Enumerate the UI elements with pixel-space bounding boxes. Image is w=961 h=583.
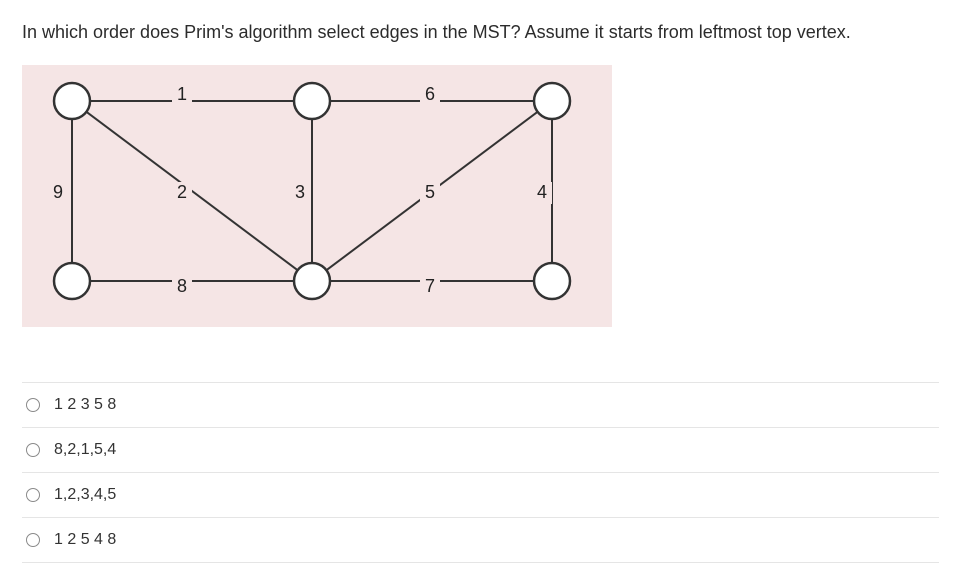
- edge-weight-label: 8: [177, 276, 187, 296]
- graph-node: [534, 263, 570, 299]
- edge-weight-label: 7: [425, 276, 435, 296]
- option-label: 8,2,1,5,4: [54, 441, 116, 459]
- graph-node: [54, 83, 90, 119]
- edge-weight-label: 1: [177, 84, 187, 104]
- edge-weight-label: 9: [53, 182, 63, 202]
- option-label: 1,2,3,4,5: [54, 486, 116, 504]
- option-label: 1 2 3 5 8: [54, 396, 116, 414]
- edge-weight-label: 4: [537, 182, 547, 202]
- graph-svg: 169235487: [42, 81, 592, 311]
- option-row[interactable]: 1,2,3,4,5: [22, 473, 939, 518]
- graph-node: [294, 83, 330, 119]
- graph-diagram: 169235487: [22, 65, 612, 327]
- edge-weight-label: 6: [425, 84, 435, 104]
- graph-node: [534, 83, 570, 119]
- option-label: 1 2 5 4 8: [54, 531, 116, 549]
- graph-node: [54, 263, 90, 299]
- option-row[interactable]: 1 2 5 4 8: [22, 518, 939, 563]
- radio-icon[interactable]: [26, 398, 40, 412]
- edge-weight-label: 5: [425, 182, 435, 202]
- radio-icon[interactable]: [26, 488, 40, 502]
- radio-icon[interactable]: [26, 533, 40, 547]
- radio-icon[interactable]: [26, 443, 40, 457]
- option-row[interactable]: 8,2,1,5,4: [22, 428, 939, 473]
- edge-weight-label: 2: [177, 182, 187, 202]
- question-text: In which order does Prim's algorithm sel…: [22, 20, 939, 45]
- option-row[interactable]: 1 2 3 5 8: [22, 382, 939, 428]
- answer-options: 1 2 3 5 8 8,2,1,5,4 1,2,3,4,5 1 2 5 4 8: [22, 382, 939, 563]
- edge-weight-label: 3: [295, 182, 305, 202]
- graph-node: [294, 263, 330, 299]
